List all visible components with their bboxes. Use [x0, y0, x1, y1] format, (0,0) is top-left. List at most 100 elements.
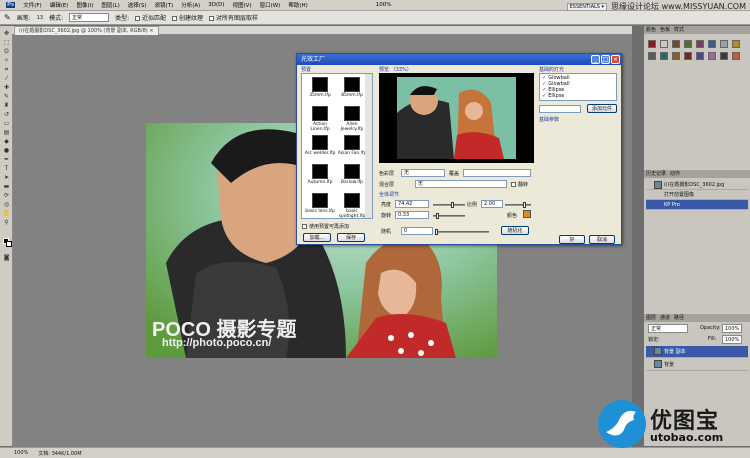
menu-view[interactable]: 视图(V) — [233, 1, 252, 9]
opacity-input[interactable]: 100% — [722, 324, 742, 333]
style-swatch[interactable] — [660, 52, 668, 60]
type-tool-icon[interactable]: T — [2, 165, 11, 172]
3d-orbit-icon[interactable]: ◎ — [2, 201, 11, 208]
blend-mode-select[interactable]: 正常 — [648, 324, 688, 333]
crop-tool-icon[interactable]: ⌗ — [2, 66, 11, 73]
style-swatch[interactable] — [732, 52, 740, 60]
tab-layers[interactable]: 图层 — [646, 314, 656, 322]
style-swatch[interactable] — [672, 40, 680, 48]
maximize-icon[interactable]: □ — [601, 55, 610, 64]
style-swatch[interactable] — [672, 52, 680, 60]
layer-row[interactable]: 背景 — [646, 359, 748, 371]
menu-help[interactable]: 帮助(H) — [288, 1, 307, 9]
layer-row-selected[interactable]: 背景 副本 — [646, 346, 748, 358]
rotation-slider[interactable] — [433, 213, 465, 219]
preset-scrollbar[interactable] — [365, 74, 372, 218]
flip-checkbox[interactable] — [511, 182, 516, 187]
randomize-button[interactable]: 随机化 — [501, 226, 529, 235]
minimize-icon[interactable]: _ — [591, 55, 600, 64]
rotation-slider-knob[interactable] — [436, 213, 439, 219]
preset-item[interactable]: Barlow.lfp — [336, 164, 368, 185]
style-swatch[interactable] — [708, 52, 716, 60]
save-button[interactable]: 保存 — [337, 233, 365, 242]
menu-image[interactable]: 图像(I) — [76, 1, 93, 9]
history-item[interactable]: (i)在婚摄影DSC_3602.jpg — [646, 180, 748, 190]
color-layer-select[interactable]: 无 — [401, 169, 445, 177]
style-swatch[interactable] — [684, 40, 692, 48]
menu-3d[interactable]: 3D(D) — [208, 2, 224, 8]
zoom-tool-icon[interactable]: ⚲ — [2, 219, 11, 226]
preset-item[interactable]: Alien Jewelry.lfp — [336, 106, 368, 132]
brightness-slider-knob[interactable] — [451, 202, 454, 208]
preview-frame[interactable] — [379, 73, 534, 163]
approx-radio[interactable] — [135, 16, 141, 21]
dialog-titlebar[interactable]: 光效工厂 — [297, 54, 621, 65]
cancel-button[interactable]: 取消 — [589, 235, 615, 244]
status-zoom[interactable]: 100% — [14, 450, 28, 456]
ok-button[interactable]: 好 — [559, 235, 585, 244]
style-swatch[interactable] — [684, 52, 692, 60]
preset-item[interactable]: Arc welder.lfp — [304, 135, 336, 156]
load-button[interactable]: 加载... — [303, 233, 331, 242]
move-tool-icon[interactable]: ✥ — [2, 30, 11, 37]
preset-item[interactable]: basic lens.lfp — [304, 193, 336, 214]
preset-item[interactable]: 35mm.lfp — [304, 77, 336, 98]
preset-append-checkbox[interactable] — [302, 224, 307, 229]
lasso-tool-icon[interactable]: ʘ — [2, 48, 11, 55]
rotation-input[interactable]: 0.33 — [395, 211, 429, 219]
overlay-select[interactable] — [463, 169, 531, 177]
marquee-tool-icon[interactable]: ⬚ — [2, 39, 11, 46]
gradient-tool-icon[interactable]: ▤ — [2, 129, 11, 136]
preset-list[interactable]: 35mm.lfp 85mm.lfp Action Linen.lfp Alien Je… — [301, 73, 373, 219]
tab-channels[interactable]: 通道 — [660, 314, 670, 322]
pen-tool-icon[interactable]: ✒ — [2, 156, 11, 163]
close-icon[interactable]: × — [611, 55, 620, 64]
style-swatch[interactable] — [732, 40, 740, 48]
scale-input[interactable]: 2.00 — [481, 200, 503, 208]
tab-styles[interactable]: 样式 — [674, 26, 684, 34]
brightness-input[interactable]: 74.42 — [395, 200, 429, 208]
style-swatch[interactable] — [648, 40, 656, 48]
menu-window[interactable]: 窗口(W) — [260, 1, 281, 9]
background-color-swatch[interactable] — [6, 241, 12, 247]
history-item[interactable]: 打开前置图像 — [646, 190, 748, 200]
scale-slider-knob[interactable] — [523, 202, 526, 208]
brightness-slider[interactable] — [433, 202, 465, 208]
stamp-tool-icon[interactable]: ♜ — [2, 102, 11, 109]
fill-input[interactable]: 100% — [722, 335, 742, 344]
blur-tool-icon[interactable]: ◆ — [2, 138, 11, 145]
brush-tool-icon[interactable]: ✎ — [2, 93, 11, 100]
preset-item[interactable]: Action Linen.lfp — [304, 106, 336, 132]
texture-radio[interactable] — [172, 16, 178, 21]
preset-item[interactable]: Asian Fan.lfp — [336, 135, 368, 156]
preset-item[interactable]: basic spotlight.lfp — [336, 193, 368, 219]
tab-history[interactable]: 历史记录 — [646, 170, 666, 178]
element-check-icon[interactable]: ✓ — [542, 93, 546, 99]
magic-wand-icon[interactable]: ✧ — [2, 57, 11, 64]
element-type-select[interactable] — [539, 105, 581, 113]
style-swatch[interactable] — [696, 52, 704, 60]
zoom-level[interactable]: 100% — [376, 2, 392, 8]
hand-tool-icon[interactable]: ✋ — [2, 210, 11, 217]
menu-select[interactable]: 选择(S) — [128, 1, 147, 9]
opt-approx[interactable]: 近似匹配 — [135, 13, 166, 22]
path-select-icon[interactable]: ➤ — [2, 174, 11, 181]
tab-paths[interactable]: 路径 — [674, 314, 684, 322]
brush-size[interactable]: 13 — [37, 15, 43, 21]
mode-select[interactable]: 正常 — [69, 13, 110, 22]
healing-brush-icon[interactable]: ✚ — [2, 84, 11, 91]
quick-mask-icon[interactable]: ◙ — [2, 254, 11, 261]
opt-sample-all[interactable]: 对所有图层取样 — [209, 13, 258, 22]
document-tab[interactable]: (i)在婚摄影DSC_3602.jpg @ 100% (背景 副本, RGB/8… — [14, 26, 159, 35]
tool-preset-icon[interactable]: ✎ — [4, 13, 11, 22]
random-input[interactable]: 0 — [401, 227, 433, 235]
history-item-selected[interactable]: KP Pro — [646, 200, 748, 210]
style-swatch[interactable] — [708, 40, 716, 48]
element-item[interactable]: ✓ Ellipse — [542, 93, 564, 99]
tab-color[interactable]: 颜色 — [646, 26, 656, 34]
style-swatch[interactable] — [660, 40, 668, 48]
eyedropper-icon[interactable]: ⁄ — [2, 75, 11, 82]
menu-file[interactable]: 文件(F) — [23, 1, 41, 9]
opt-texture[interactable]: 创建纹理 — [172, 13, 203, 22]
scale-slider[interactable] — [505, 202, 531, 208]
